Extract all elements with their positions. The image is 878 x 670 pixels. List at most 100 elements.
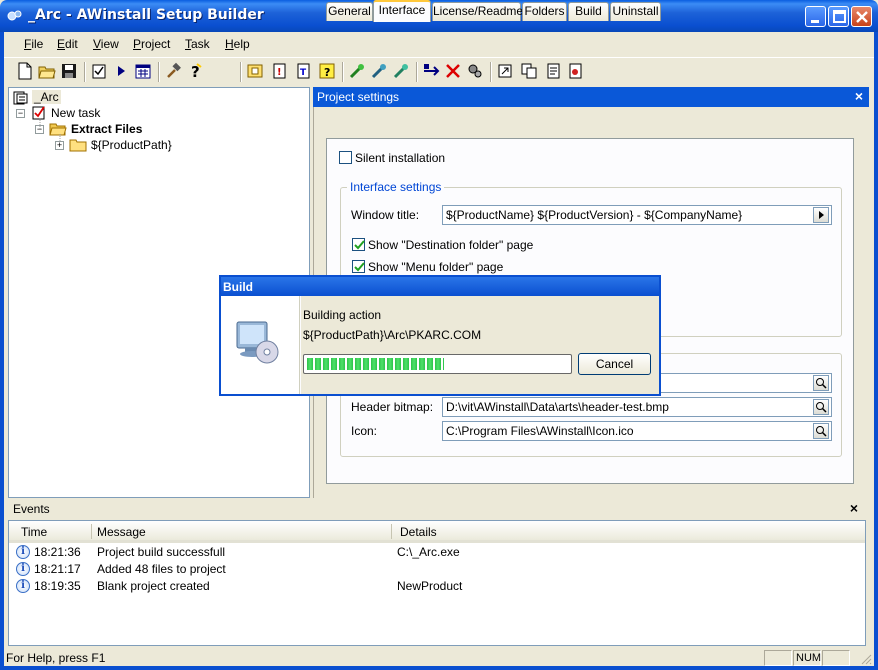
- info-icon: i: [16, 545, 30, 559]
- wizard3-icon[interactable]: [392, 62, 410, 80]
- arrow-right-icon: [819, 211, 824, 219]
- window-title: _Arc - AWinstall Setup Builder: [28, 7, 264, 23]
- menu-file[interactable]: File: [24, 37, 43, 51]
- icon-input[interactable]: C:\Program Files\AWinstall\Icon.ico: [442, 421, 832, 441]
- window-title-input[interactable]: ${ProductName} ${ProductVersion} - ${Com…: [442, 205, 832, 225]
- wizard2-icon[interactable]: [370, 62, 388, 80]
- show-menu-checkbox[interactable]: [352, 260, 365, 273]
- package-icon[interactable]: [246, 62, 264, 80]
- event-message: Added 48 files to project: [97, 562, 226, 576]
- calendar-icon[interactable]: [134, 62, 152, 80]
- close-icon[interactable]: ×: [850, 500, 858, 516]
- tab-license-readme[interactable]: License/Readme: [432, 2, 523, 21]
- toolbar-separator: [240, 62, 242, 82]
- menu-bar: File Edit View Project Task Help: [4, 33, 874, 55]
- column-time[interactable]: Time: [21, 525, 47, 539]
- tab-build[interactable]: Build: [568, 2, 609, 21]
- build-dialog-body: Building action ${ProductPath}\Arc\PKARC…: [301, 296, 659, 394]
- event-row[interactable]: i 18:21:17 Added 48 files to project: [9, 561, 865, 578]
- build-progress-bar: [303, 354, 572, 374]
- header-bitmap-label: Header bitmap:: [351, 400, 434, 414]
- event-time: 18:21:17: [34, 562, 81, 576]
- tab-uninstall[interactable]: Uninstall: [610, 2, 661, 21]
- build-dialog-side: [221, 296, 300, 394]
- event-time: 18:19:35: [34, 579, 81, 593]
- build-status-line2: ${ProductPath}\Arc\PKARC.COM: [303, 328, 482, 342]
- svg-text:T: T: [300, 68, 307, 78]
- tab-folders[interactable]: Folders: [522, 2, 567, 21]
- menu-view[interactable]: View: [93, 37, 119, 51]
- icon-value: C:\Program Files\AWinstall\Icon.ico: [446, 424, 634, 438]
- remove-icon[interactable]: [444, 62, 462, 80]
- tree-extract-files[interactable]: Extract Files: [71, 121, 142, 137]
- app-icon: [7, 10, 22, 21]
- events-list[interactable]: Time Message Details i 18:21:36 Project …: [8, 520, 866, 646]
- toolbar-separator: [490, 62, 492, 82]
- browse-icon-button[interactable]: [813, 423, 829, 439]
- cancel-button[interactable]: Cancel: [578, 353, 651, 375]
- run-icon[interactable]: [112, 62, 130, 80]
- close-button[interactable]: [851, 6, 872, 27]
- event-message: Blank project created: [97, 579, 210, 593]
- copy-icon[interactable]: [520, 62, 538, 80]
- status-num: NUM: [793, 650, 821, 666]
- save-icon[interactable]: [60, 62, 78, 80]
- svg-text:?: ?: [324, 66, 330, 79]
- event-time: 18:21:36: [34, 545, 81, 559]
- maximize-button[interactable]: [828, 6, 849, 27]
- browse-header-bitmap-button[interactable]: [813, 399, 829, 415]
- build-dialog: Build Building action ${ProductPath}\Arc…: [219, 275, 661, 396]
- minimize-button[interactable]: [805, 6, 826, 27]
- silent-installation-checkbox[interactable]: [339, 151, 352, 164]
- menu-project[interactable]: Project: [133, 37, 170, 51]
- event-row[interactable]: i 18:19:35 Blank project created NewProd…: [9, 578, 865, 595]
- certificate-icon[interactable]: [566, 62, 584, 80]
- tree-product-path[interactable]: ${ProductPath}: [91, 137, 172, 153]
- insert-variable-button[interactable]: [813, 207, 829, 223]
- events-title: Events: [13, 502, 50, 516]
- doc-warning-icon[interactable]: !: [270, 62, 288, 80]
- build-dialog-titlebar: Build: [221, 277, 659, 296]
- help-icon[interactable]: ?: [186, 62, 204, 80]
- resize-grip-icon[interactable]: [860, 653, 872, 665]
- doc-text-icon[interactable]: T: [294, 62, 312, 80]
- search-icon: [816, 378, 827, 389]
- shortcut-icon[interactable]: [496, 62, 514, 80]
- close-icon[interactable]: ×: [855, 88, 863, 104]
- header-bitmap-value: D:\vit\AWinstall\Data\arts\header-test.b…: [446, 400, 669, 414]
- window-frame-right: [874, 32, 878, 670]
- move-icon[interactable]: [422, 62, 440, 80]
- menu-help[interactable]: Help: [225, 37, 250, 51]
- search-icon: [816, 402, 827, 413]
- menu-edit[interactable]: Edit: [57, 37, 78, 51]
- checkmark-icon: [354, 240, 365, 250]
- browse-button[interactable]: [813, 375, 829, 391]
- window-frame-bottom: [0, 666, 878, 670]
- event-row[interactable]: i 18:21:36 Project build successfull C:\…: [9, 544, 865, 561]
- tab-interface[interactable]: Interface: [373, 0, 431, 22]
- tree-lines: [39, 118, 61, 142]
- build-dialog-title: Build: [223, 280, 253, 294]
- tab-general[interactable]: General: [326, 2, 373, 21]
- events-column-headers: Time Message Details: [9, 521, 865, 543]
- check-task-icon[interactable]: [90, 62, 108, 80]
- wizard-icon[interactable]: [348, 62, 366, 80]
- menu-task[interactable]: Task: [185, 37, 210, 51]
- open-folder-icon[interactable]: [38, 62, 56, 80]
- toolbar-separator: [416, 62, 418, 82]
- document-icon[interactable]: [544, 62, 562, 80]
- question-box-icon[interactable]: ?: [318, 62, 336, 80]
- new-file-icon[interactable]: [16, 62, 34, 80]
- column-message[interactable]: Message: [97, 525, 146, 539]
- column-divider[interactable]: [91, 524, 92, 539]
- window-frame-left: [0, 32, 4, 670]
- hammer-icon[interactable]: [164, 62, 182, 80]
- interface-settings-title: Interface settings: [347, 180, 445, 194]
- column-divider[interactable]: [391, 524, 392, 539]
- events-header: Events ×: [8, 500, 866, 518]
- header-bitmap-input[interactable]: D:\vit\AWinstall\Data\arts\header-test.b…: [442, 397, 832, 417]
- column-details[interactable]: Details: [400, 525, 437, 539]
- project-settings-title: Project settings: [317, 90, 400, 104]
- gears-icon[interactable]: [466, 62, 484, 80]
- show-destination-checkbox[interactable]: [352, 238, 365, 251]
